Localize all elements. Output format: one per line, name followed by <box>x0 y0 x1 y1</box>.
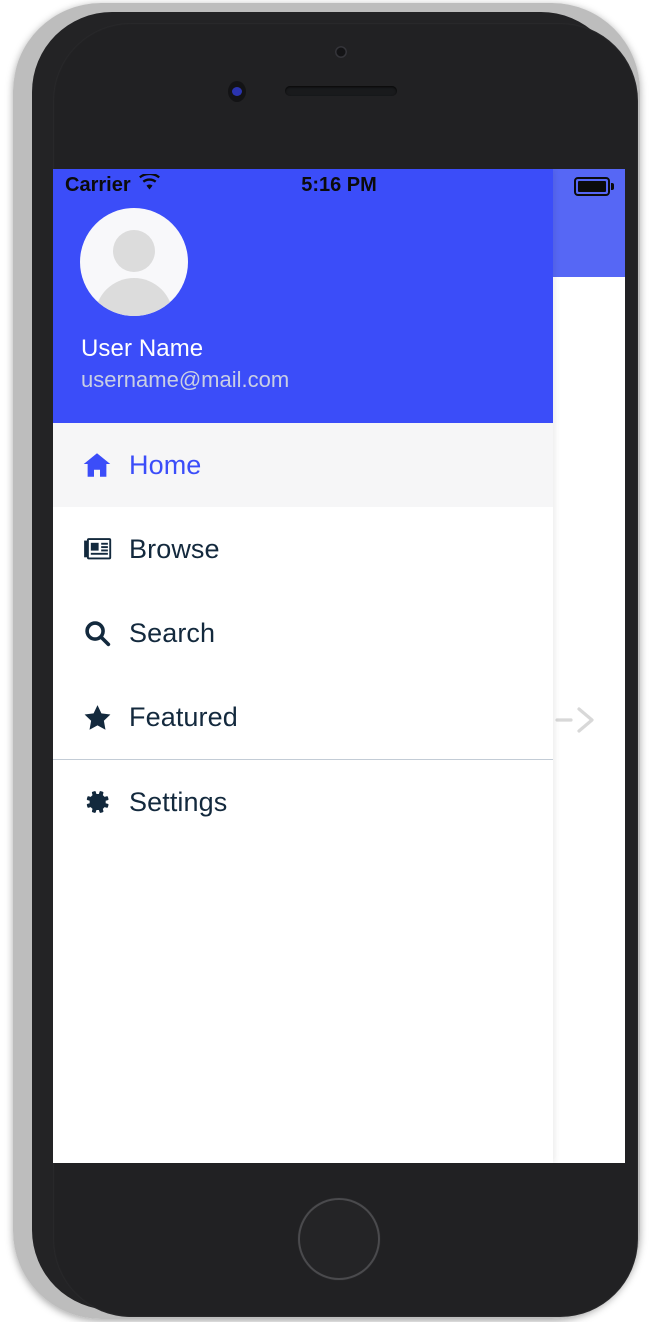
proximity-sensor-icon <box>228 81 246 102</box>
gear-icon <box>80 785 114 819</box>
front-camera-icon <box>335 46 347 58</box>
navigation-drawer: User Name username@mail.com Home Browse … <box>53 169 553 1163</box>
star-icon <box>80 700 114 734</box>
menu-item-label: Browse <box>129 534 220 564</box>
menu-item-label: Home <box>129 450 202 480</box>
menu-item-settings[interactable]: Settings <box>53 760 553 844</box>
menu-item-label: Settings <box>129 787 228 817</box>
phone-screen: User Name username@mail.com Home Browse … <box>53 169 625 1163</box>
menu-item-home[interactable]: Home <box>53 423 553 507</box>
menu-item-featured[interactable]: Featured <box>53 675 553 759</box>
profile-email: username@mail.com <box>81 367 290 392</box>
menu-item-label: Search <box>129 618 216 648</box>
home-icon <box>80 448 114 482</box>
earpiece-speaker <box>285 86 397 96</box>
avatar-head-shape <box>113 230 155 272</box>
newspaper-icon <box>80 532 114 566</box>
home-button[interactable] <box>298 1198 380 1280</box>
menu-item-search[interactable]: Search <box>53 591 553 675</box>
search-icon <box>80 616 114 650</box>
menu-item-browse[interactable]: Browse <box>53 507 553 591</box>
phone-frame: User Name username@mail.com Home Browse … <box>13 3 640 1319</box>
profile-name: User Name <box>81 335 204 362</box>
user-avatar-placeholder-icon[interactable] <box>80 208 188 316</box>
drawer-menu: Home Browse Search Featured Settings <box>53 423 553 844</box>
avatar-body-shape <box>95 278 173 316</box>
drawer-header: User Name username@mail.com <box>53 169 553 423</box>
menu-item-label: Featured <box>129 702 238 732</box>
arrow-right-icon[interactable] <box>548 705 597 735</box>
